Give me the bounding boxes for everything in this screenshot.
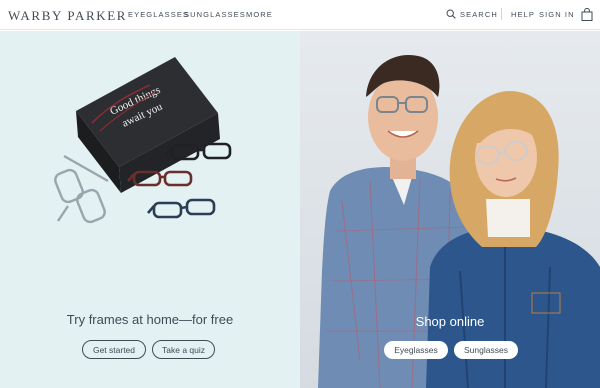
- site-header: WARBY PARKER EYEGLASSES SUNGLASSES MORE …: [0, 0, 600, 30]
- take-quiz-button[interactable]: Take a quiz: [152, 340, 215, 359]
- brand-logo[interactable]: WARBY PARKER: [8, 8, 127, 24]
- nav-help[interactable]: HELP: [511, 10, 535, 19]
- shopping-bag-icon[interactable]: [581, 7, 593, 26]
- shop-sunglasses-button[interactable]: Sunglasses: [454, 341, 518, 359]
- home-try-on-illustration: Good things await you: [54, 57, 232, 224]
- clear-frame-glasses: [54, 154, 109, 224]
- search-label: SEARCH: [460, 9, 498, 19]
- home-try-on-heading: Try frames at home—for free: [66, 312, 234, 327]
- blue-frame-glasses: [147, 198, 216, 219]
- nav-more[interactable]: MORE: [246, 10, 273, 19]
- search-icon: [446, 9, 456, 19]
- nav-eyeglasses[interactable]: EYEGLASSES: [128, 10, 189, 19]
- shop-online-heading: Shop online: [415, 314, 485, 329]
- nav-sunglasses[interactable]: SUNGLASSES: [184, 10, 246, 19]
- shop-eyeglasses-button[interactable]: Eyeglasses: [384, 341, 448, 359]
- search-button[interactable]: SEARCH: [446, 8, 498, 20]
- get-started-button[interactable]: Get started: [82, 340, 146, 359]
- shop-online-panel: Shop online Eyeglasses Sunglasses: [300, 31, 600, 388]
- nav-sign-in[interactable]: SIGN IN: [539, 10, 575, 19]
- header-divider: [501, 8, 502, 20]
- models-photo: [318, 54, 600, 388]
- home-try-on-panel: Good things await you Try frames at home…: [0, 31, 300, 388]
